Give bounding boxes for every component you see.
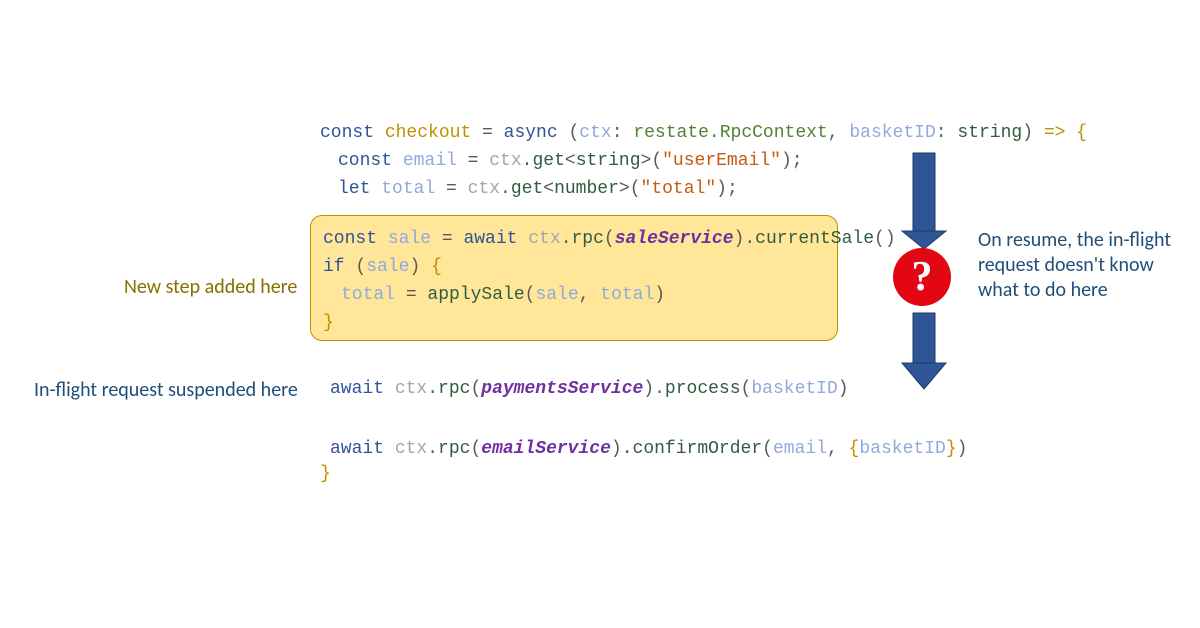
code-line-10: } [320,464,331,484]
code-line-8: await ctx.rpc(paymentsService).process(b… [330,376,849,404]
code-header: const checkout = async (ctx: restate.Rpc… [320,120,1087,204]
code-line-6: total = applySale(sale, total) [323,282,825,310]
code-line-2: const email = ctx.get<string>("userEmail… [320,148,1087,176]
code-line-5: if (sale) { [323,254,825,282]
label-suspended: In-flight request suspended here [34,378,298,402]
label-resume: On resume, the in-flight request doesn't… [978,228,1188,303]
new-step-highlight: const sale = await ctx.rpc(saleService).… [310,215,838,341]
code-line-8-wrap: await ctx.rpc(paymentsService).process(b… [330,376,849,404]
code-line-9-wrap: await ctx.rpc(emailService).confirmOrder… [330,436,967,464]
label-new-step: New step added here [124,275,297,299]
code-line-9: await ctx.rpc(emailService).confirmOrder… [330,436,967,464]
code-line-1: const checkout = async (ctx: restate.Rpc… [320,120,1087,148]
code-line-4: const sale = await ctx.rpc(saleService).… [323,226,825,254]
code-line-7: } [323,310,825,338]
code-line-3: let total = ctx.get<number>("total"); [320,176,1087,204]
question-mark-icon: ? [893,248,951,306]
